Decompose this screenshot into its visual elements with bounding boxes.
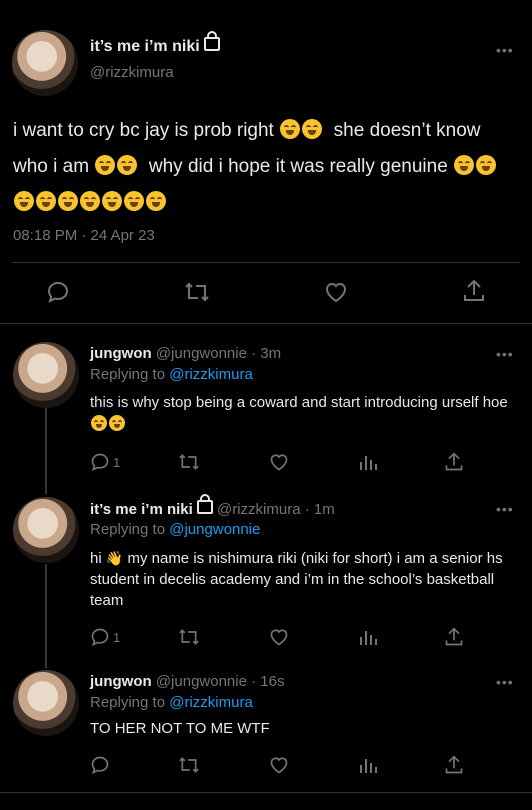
handle[interactable]: @rizzkimura: [217, 501, 301, 518]
reply-icon[interactable]: 1: [90, 452, 120, 472]
divider: [0, 792, 532, 793]
more-icon[interactable]: •••: [496, 346, 514, 362]
views-icon[interactable]: [358, 452, 378, 477]
more-icon[interactable]: •••: [496, 501, 514, 517]
more-icon[interactable]: •••: [496, 674, 514, 690]
reply-time[interactable]: · 3m: [251, 345, 281, 362]
display-name[interactable]: it’s me i’m niki: [90, 38, 200, 55]
replying-prefix: Replying to: [90, 366, 166, 383]
retweet-icon[interactable]: [178, 755, 200, 780]
waving-hand-emoji: 👋: [105, 550, 124, 566]
crying-emoji: [302, 119, 323, 139]
crying-emoji: [95, 155, 116, 175]
crying-emoji: [280, 119, 301, 139]
thread-line: [45, 408, 47, 494]
crying-emoji: [14, 191, 34, 211]
crying-emoji: [102, 191, 122, 211]
replying-prefix: Replying to: [90, 694, 166, 711]
avatar[interactable]: [13, 670, 79, 736]
reply-text-content: hi: [90, 550, 102, 567]
reply-icon[interactable]: [90, 755, 110, 780]
avatar[interactable]: [13, 342, 79, 408]
like-icon[interactable]: [268, 627, 290, 652]
reply-header: jungwon @jungwonnie · 16s: [90, 673, 284, 690]
crying-emoji: [124, 191, 144, 211]
replying-to: Replying to @jungwonnie: [90, 521, 260, 538]
avatar[interactable]: [13, 497, 79, 563]
replying-to: Replying to @rizzkimura: [90, 366, 253, 383]
replying-prefix: Replying to: [90, 521, 166, 538]
display-name[interactable]: jungwon: [90, 673, 152, 690]
like-icon[interactable]: [268, 755, 290, 780]
reply-text-content: my name is nishimura riki (niki for shor…: [90, 550, 503, 609]
author-name-row: it’s me i’m niki: [90, 31, 220, 56]
views-icon[interactable]: [358, 755, 378, 780]
eye-roll-emoji: [91, 415, 107, 431]
timestamp[interactable]: 08:18 PM · 24 Apr 23: [13, 227, 155, 244]
display-name[interactable]: jungwon: [90, 345, 152, 362]
tweet-text: i want to cry bc jay is prob right she d…: [13, 113, 518, 221]
share-icon[interactable]: [462, 278, 486, 309]
crying-emoji: [58, 191, 78, 211]
tweet-text-part: i want to cry bc jay is prob right: [13, 120, 274, 141]
eye-roll-emoji: [109, 415, 125, 431]
retweet-icon[interactable]: [178, 452, 200, 477]
reply-time[interactable]: · 1m: [305, 501, 335, 518]
reply-text: this is why stop being a coward and star…: [90, 392, 510, 436]
retweet-icon[interactable]: [178, 627, 200, 652]
reply-text: TO HER NOT TO ME WTF: [90, 720, 270, 737]
replying-to-link[interactable]: @rizzkimura: [169, 366, 253, 383]
reply-count: 1: [113, 454, 121, 470]
avatar[interactable]: [12, 30, 78, 96]
views-icon[interactable]: [358, 627, 378, 652]
retweet-icon[interactable]: [184, 280, 210, 309]
reply-text: hi 👋 my name is nishimura riki (niki for…: [90, 548, 510, 611]
handle[interactable]: @rizzkimura: [90, 64, 174, 81]
replying-to-link[interactable]: @jungwonnie: [169, 521, 260, 538]
like-icon[interactable]: [323, 280, 349, 309]
thread-line: [45, 564, 47, 668]
crying-emoji: [476, 155, 497, 175]
share-icon[interactable]: [444, 626, 464, 653]
reply-header: it’s me i’m niki @rizzkimura · 1m: [90, 494, 335, 518]
share-icon[interactable]: [444, 451, 464, 478]
divider: [0, 323, 532, 324]
reply-time[interactable]: · 16s: [251, 673, 284, 690]
handle[interactable]: @jungwonnie: [156, 673, 247, 690]
share-icon[interactable]: [444, 754, 464, 781]
reply-icon[interactable]: [46, 280, 70, 309]
display-name[interactable]: it’s me i’m niki: [90, 501, 193, 518]
crying-emoji: [117, 155, 138, 175]
handle[interactable]: @jungwonnie: [156, 345, 247, 362]
crying-emoji: [146, 191, 166, 211]
reply-text-content: this is why stop being a coward and star…: [90, 394, 508, 411]
lock-icon: [196, 494, 213, 514]
replying-to-link[interactable]: @rizzkimura: [169, 694, 253, 711]
crying-emoji: [454, 155, 475, 175]
lock-icon: [203, 31, 220, 51]
replying-to: Replying to @rizzkimura: [90, 694, 253, 711]
reply-icon[interactable]: 1: [90, 627, 120, 647]
crying-emoji: [80, 191, 100, 211]
like-icon[interactable]: [268, 452, 290, 477]
crying-emoji: [36, 191, 56, 211]
more-icon[interactable]: •••: [496, 42, 514, 58]
tweet-text-part: why did i hope it was really genuine: [148, 156, 448, 177]
divider: [12, 262, 520, 263]
reply-count: 1: [113, 629, 121, 645]
reply-header: jungwon @jungwonnie · 3m: [90, 345, 281, 362]
